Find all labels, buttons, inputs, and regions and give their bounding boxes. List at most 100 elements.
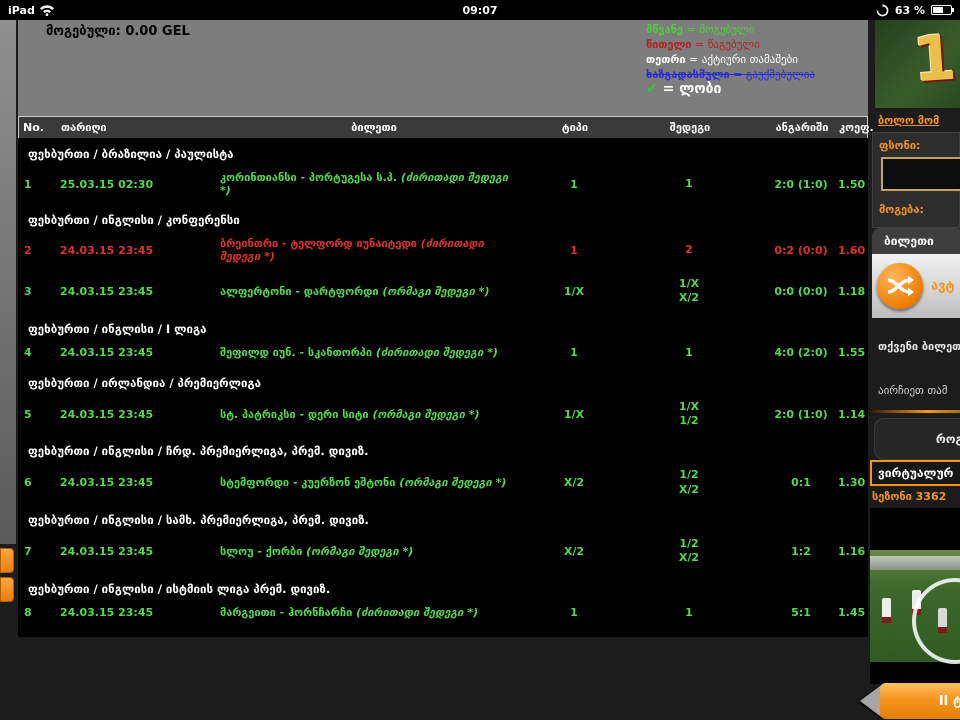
- column-header: ბილეთი: [351, 121, 397, 134]
- bet-row[interactable]: 5 24.03.15 23:45 სტ. პატრიკსი - დერი სიტი …: [18, 393, 868, 436]
- bet-pick: 1: [570, 243, 578, 257]
- bet-date: 24.03.15 23:45: [60, 284, 154, 298]
- legend-term: ხაზგადასმული: [646, 68, 730, 81]
- your-ticket-label: თქვენი ბილეთ: [878, 340, 960, 353]
- match-teams: მარგეითი - ჰორნჩარჩი: [220, 606, 357, 620]
- bet-match: სტ. პატრიკსი - დერი სიტი (ორმაგი შედეგი …: [212, 408, 534, 421]
- match-teams: სლოუ - ქორბი: [220, 544, 307, 558]
- bet-number: 7: [24, 544, 32, 558]
- auto-label: ავტ: [931, 278, 955, 294]
- promo-number: 1: [910, 20, 959, 97]
- battery-icon: [931, 5, 954, 15]
- bet-coef: 1.55: [838, 346, 866, 360]
- column-header: შედეგი: [669, 121, 711, 134]
- match-teams: შეფილდ იუნ. - სკანთორპი: [220, 346, 376, 360]
- bet-type-note: (ორმაგი შედეგი *): [306, 544, 414, 558]
- bet-date: 24.03.15 23:45: [60, 544, 154, 558]
- legend-term: წითელი: [646, 38, 692, 51]
- bet-type-note: (ორმაგი შედეგი *): [372, 407, 480, 421]
- legend-definition: = მოგებული: [683, 23, 755, 36]
- bet-number: 8: [24, 606, 32, 620]
- summary-panel: მოგებული: 0.00 GEL მწვანე = მოგებული წითე…: [18, 20, 868, 116]
- bet-pick: 1: [570, 177, 578, 191]
- bet-match: სტემფორდი - კუერზონ ეშტონი (ორმაგი შედეგ…: [212, 476, 534, 489]
- bet-row[interactable]: 1 25.03.15 02:30 კორინთიანსი - პორტუგესა ს…: [18, 164, 868, 204]
- bet-match: მარგეითი - ჰორნჩარჩი (ძირითადი შედეგი *): [212, 606, 534, 619]
- bet-date: 24.03.15 23:45: [60, 243, 154, 257]
- match-teams: სტემფორდი - კუერზონ ეშტონი: [220, 476, 400, 490]
- stake-input[interactable]: [881, 157, 960, 191]
- bet-row[interactable]: 3 24.03.15 23:45 ალფერტონი - დარტფორდი (ორ…: [18, 270, 868, 313]
- bet-number: 5: [24, 407, 32, 421]
- rotation-lock-icon: [876, 3, 889, 16]
- bet-number: 1: [24, 177, 32, 191]
- league-header: ფეხბურთი / ინგლისი / სამხ. პრემიერლიგა, …: [28, 513, 369, 528]
- pitch-image: [870, 550, 960, 664]
- legend-item: წითელი = წაგებული: [646, 37, 815, 52]
- video-thumbnail[interactable]: [870, 508, 960, 684]
- match-teams: ალფერტონი - დარტფორდი: [220, 284, 383, 298]
- bet-date: 24.03.15 23:45: [60, 606, 154, 620]
- orange-divider: [872, 410, 960, 413]
- bet-pick: X/2: [563, 476, 585, 490]
- last-winners-link[interactable]: ბოლო მომ: [878, 114, 939, 127]
- bet-match: ალფერტონი - დარტფორდი (ორმაგი შედეგი *): [212, 285, 534, 298]
- virtual-button[interactable]: ვირტუალურ: [870, 460, 960, 486]
- winnings-summary: მოგებული: 0.00 GEL: [46, 24, 190, 39]
- bet-row[interactable]: 6 24.03.15 23:45 სტემფორდი - კუერზონ ეშტონ…: [18, 461, 868, 504]
- bet-score: 2:0 (1:0): [774, 177, 828, 191]
- left-edge-tab-1[interactable]: [0, 548, 14, 573]
- match-teams: ბრეინთრი - ტელფორდ იუნაიტედი: [220, 237, 421, 250]
- ad-board: [870, 556, 960, 570]
- bet-coef: 1.16: [838, 544, 866, 558]
- legend-definition: = გაუქმებულია: [729, 68, 815, 81]
- bet-number: 3: [24, 284, 32, 298]
- bet-date: 25.03.15 02:30: [60, 177, 154, 191]
- legend-term: თეთრი: [646, 53, 686, 66]
- bet-row[interactable]: 2 24.03.15 23:45 ბრეინთრი - ტელფორდ იუნაიტ…: [18, 230, 868, 270]
- bet-row[interactable]: 4 24.03.15 23:45 შეფილდ იუნ. - სკანთორპი (…: [18, 339, 868, 367]
- bet-number: 4: [24, 346, 32, 360]
- left-panel-edge: [0, 20, 16, 544]
- bet-date: 24.03.15 23:45: [60, 476, 154, 490]
- ticket-tab[interactable]: ბილეთი: [872, 228, 960, 254]
- status-bar: iPad 09:07 63 %: [0, 0, 960, 20]
- bet-coef: 1.30: [838, 476, 866, 490]
- bet-number: 6: [24, 476, 32, 490]
- bottom-banner[interactable]: II ტ: [880, 683, 960, 719]
- bet-coef: 1.45: [838, 606, 866, 620]
- bet-pick: 1/X: [563, 407, 585, 421]
- bet-score: 1:2: [791, 544, 811, 558]
- winnings-label: მოგებული:: [46, 24, 121, 39]
- bet-score: 5:1: [791, 606, 811, 620]
- bet-coef: 1.18: [838, 284, 866, 298]
- bet-result: 1/2 X/2: [678, 537, 700, 565]
- player-figure: [882, 598, 891, 623]
- winnings-value: 0.00 GEL: [125, 24, 190, 39]
- choose-games-label: აირჩიეთ თამ: [878, 384, 948, 397]
- shuffle-icon[interactable]: [877, 263, 923, 309]
- auto-bet-panel[interactable]: ავტ: [872, 254, 960, 318]
- league-header: ფეხბურთი / ინგლისი / I ლიგა: [28, 321, 207, 336]
- legend-definition: = აქტიური თამაშები: [685, 53, 798, 66]
- league-header: ფეხბურთი / ინგლისი / კონფერენსი: [28, 213, 240, 227]
- bet-score: 0:1: [791, 476, 811, 490]
- bet-match: შეფილდ იუნ. - სკანთორპი (ძირითადი შედეგი…: [212, 346, 534, 359]
- check-icon: ✔: [646, 81, 658, 97]
- bet-score: 0:0 (0:0): [774, 284, 828, 298]
- stake-label: ფსონი:: [879, 139, 921, 152]
- bet-pick: 1: [570, 346, 578, 360]
- how-to-play-button[interactable]: როგ: [874, 418, 960, 460]
- bet-type-note: (ორმაგი შედეგი *): [382, 284, 490, 298]
- match-teams: კორინთიანსი - პორტუგესა ს.პ.: [220, 171, 401, 184]
- bet-match: ბრეინთრი - ტელფორდ იუნაიტედი (ძირითადი შ…: [212, 237, 534, 263]
- bet-row[interactable]: 8 24.03.15 23:45 მარგეითი - ჰორნჩარჩი (ძირ…: [18, 599, 868, 627]
- bet-row[interactable]: 7 24.03.15 23:45 სლოუ - ქორბი (ორმაგი შედე…: [18, 530, 868, 573]
- bet-score: 4:0 (2:0): [774, 346, 828, 360]
- sidebar: 1 ბოლო მომ ფსონი: მოგება: ბილეთი ავტ თქვ…: [860, 20, 960, 720]
- left-edge-tab-2[interactable]: [0, 577, 14, 602]
- match-teams: სტ. პატრიკსი - დერი სიტი: [220, 407, 373, 421]
- bet-result: 1: [685, 176, 693, 190]
- bets-table: ფეხბურთი / ბრაზილია / პაულისტა 1 25.03.15 …: [18, 138, 868, 637]
- promo-banner-image[interactable]: 1: [875, 20, 960, 108]
